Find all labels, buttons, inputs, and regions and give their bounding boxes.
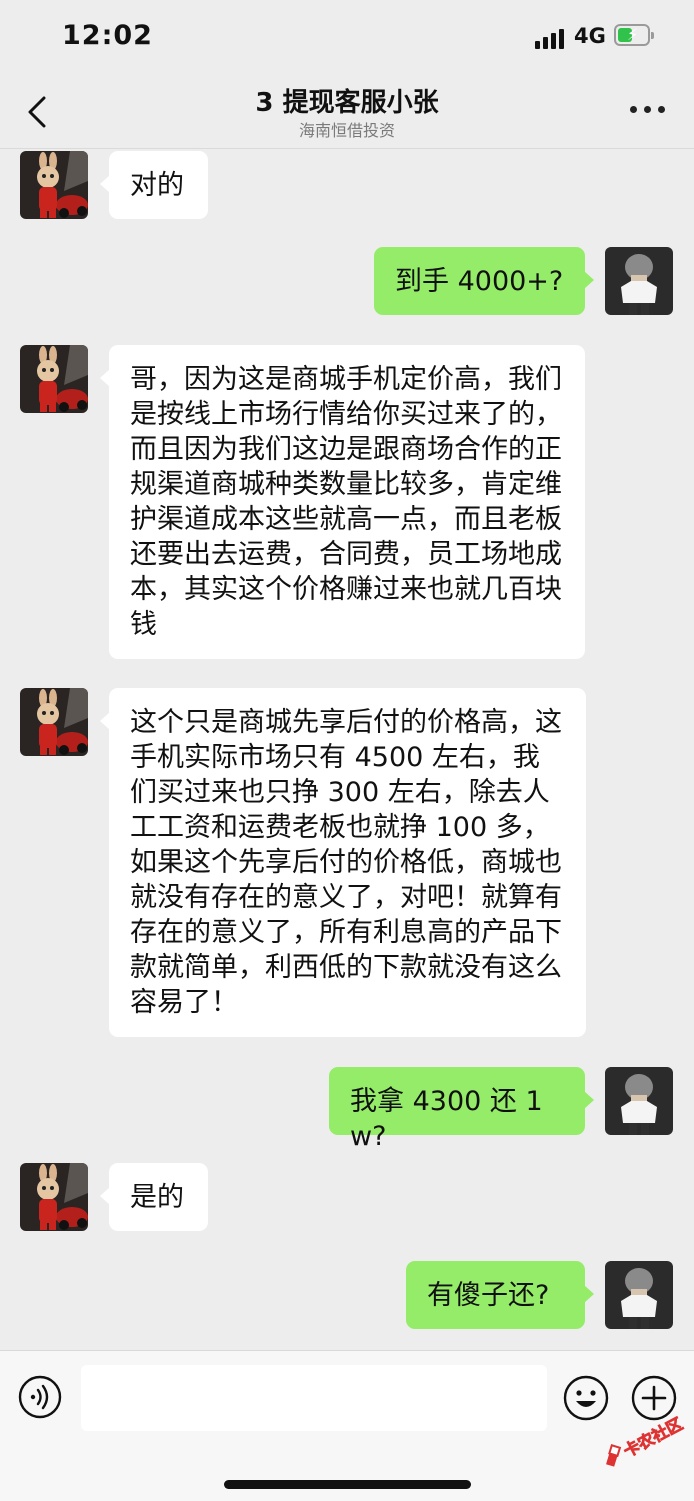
voice-input-icon[interactable] [18,1375,62,1419]
message-input[interactable] [81,1365,547,1431]
message-bubble-sent[interactable]: 我拿 4300 还 1w? [329,1067,594,1152]
battery-icon: ⚡ [614,24,654,46]
network-type: 4G [574,24,606,48]
input-bar [0,1350,694,1501]
watermark-text: 卡农社区 [620,1414,685,1461]
message-list[interactable]: 对的 到手 4000+? 哥，因为这是商城手机定价高，我们是按线上市场行情给你买… [0,149,694,1349]
status-time: 12:02 [62,20,153,51]
message-bubble-sent[interactable]: 有傻子还? [406,1261,594,1329]
more-options-icon[interactable] [630,106,666,116]
message-bubble-received[interactable]: 是的 [100,1163,208,1231]
contact-avatar[interactable] [20,151,88,219]
home-indicator [224,1480,471,1489]
contact-avatar[interactable] [20,345,88,413]
user-avatar[interactable] [605,247,673,315]
watermark-logo: 卡农社区 [606,1414,686,1467]
message-bubble-received[interactable]: 这个只是商城先享后付的价格高，这手机实际市场只有 4500 左右，我们买过来也只… [100,688,586,1037]
chat-header: 3 提现客服小张 海南恒借投资 [0,76,694,149]
message-bubble-received[interactable]: 哥，因为这是商城手机定价高，我们是按线上市场行情给你买过来了的，而且因为我们这边… [100,345,585,659]
chat-title: 3 提现客服小张 [255,88,439,118]
message-bubble-received[interactable]: 对的 [100,151,208,219]
signal-icon [535,27,567,49]
user-avatar[interactable] [605,1261,673,1329]
status-bar: 12:02 4G ⚡ [0,0,694,76]
message-bubble-sent[interactable]: 到手 4000+? [374,247,594,315]
contact-avatar[interactable] [20,688,88,756]
contact-avatar[interactable] [20,1163,88,1231]
user-avatar[interactable] [605,1067,673,1135]
chat-subtitle: 海南恒借投资 [298,121,395,140]
